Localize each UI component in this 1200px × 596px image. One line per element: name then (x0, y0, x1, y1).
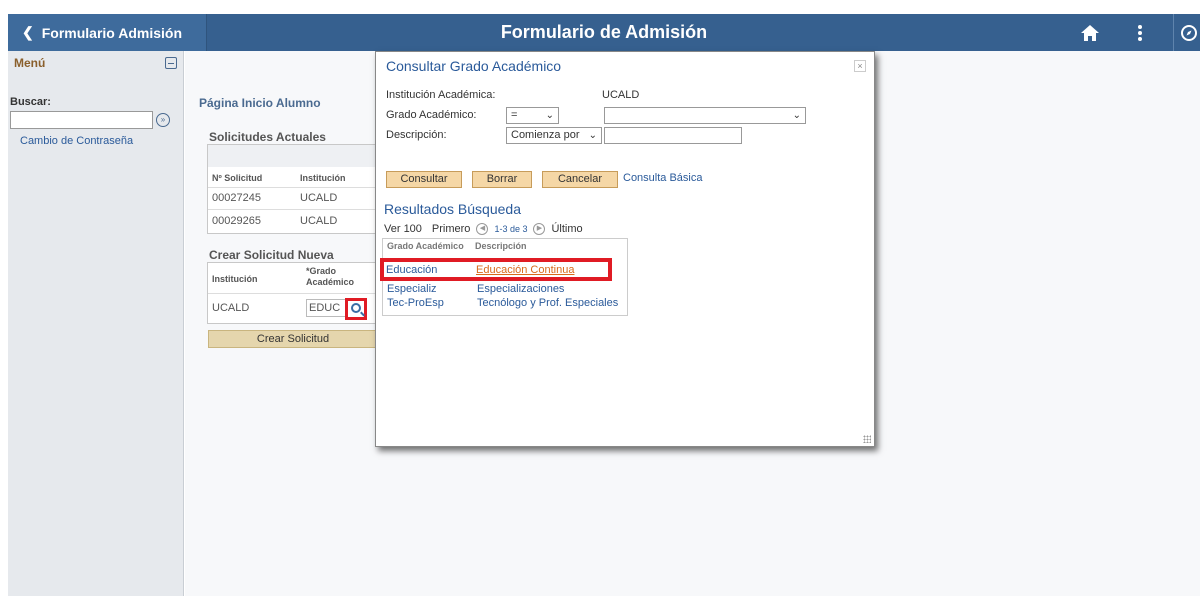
grade-operator-select[interactable]: = ⌄ (506, 107, 559, 124)
close-icon[interactable]: × (854, 60, 866, 72)
grid-toolbar (208, 145, 376, 167)
grade-operator-value: = (511, 109, 518, 121)
menu-header: Menú (8, 51, 183, 75)
clear-button[interactable]: Borrar (472, 171, 532, 188)
description-label: Descripción: (386, 129, 447, 141)
description-input[interactable] (604, 127, 742, 144)
chevron-down-icon: ⌄ (792, 110, 801, 121)
institution-label: Institución Académica: (386, 89, 496, 101)
chevron-down-icon: ⌄ (545, 110, 554, 121)
search-label: Buscar: (10, 96, 51, 108)
chevron-down-icon: ⌄ (588, 130, 597, 141)
navbar-icon[interactable] (1173, 14, 1200, 51)
resize-grip-icon[interactable] (863, 435, 871, 443)
first-label: Primero (431, 223, 471, 235)
table-row[interactable]: Tec-ProEsp Tecnólogo y Prof. Especiales (383, 297, 627, 313)
chevron-left-icon: ❮ (22, 24, 34, 40)
back-label: Formulario Admisión (41, 24, 183, 41)
table-cell[interactable]: 00027245 (212, 192, 261, 204)
collapse-icon[interactable] (165, 57, 177, 69)
magnifier-icon (351, 303, 361, 313)
lookup-button[interactable] (345, 298, 367, 320)
result-description[interactable]: Tecnólogo y Prof. Especiales (477, 297, 618, 309)
selected-result-row[interactable]: Educación Educación Continua (380, 258, 612, 281)
result-description[interactable]: Educación Continua (476, 264, 574, 276)
description-operator-value: Comienza por (511, 129, 580, 141)
table-cell: UCALD (300, 215, 338, 227)
grade-label: Grado Académico: (386, 109, 477, 121)
page-title: Página Inicio Alumno (199, 96, 321, 110)
left-menu: Menú Buscar: » Cambio de Contraseña (8, 51, 184, 596)
lookup-modal: Consultar Grado Académico × Institución … (375, 51, 875, 447)
home-icon[interactable] (1078, 14, 1102, 51)
column-header: Descripción (475, 241, 527, 251)
result-code[interactable]: Especializ (387, 283, 437, 295)
current-applications-grid: Nº Solicitud Institución 00027245 UCALD … (207, 144, 377, 234)
column-header: Nº Solicitud (212, 173, 263, 183)
column-header: Institución (212, 274, 258, 284)
menu-title: Menú (14, 56, 46, 70)
grade-value-select[interactable]: ⌄ (604, 107, 806, 124)
table-cell[interactable]: 00029265 (212, 215, 261, 227)
current-applications-title: Solicitudes Actuales (209, 130, 326, 144)
page-range: 1-3 de 3 (494, 224, 528, 234)
result-description[interactable]: Especializaciones (477, 283, 564, 295)
kebab-menu-icon[interactable] (1133, 14, 1147, 51)
modal-title: Consultar Grado Académico (386, 58, 562, 74)
cancel-button[interactable]: Cancelar (542, 171, 618, 188)
back-button[interactable]: ❮ Formulario Admisión (8, 14, 207, 51)
create-application-button[interactable]: Crear Solicitud (208, 330, 378, 348)
app-header: Formulario de Admisión ❮ Formulario Admi… (0, 0, 1200, 51)
institution-value: UCALD (602, 89, 640, 101)
last-label: Último (551, 223, 583, 235)
column-header: Grado Académico (387, 241, 464, 251)
results-header: Grado Académico Descripción (383, 241, 627, 255)
column-header: Institución (300, 173, 346, 183)
search-button[interactable]: Consultar (386, 171, 462, 188)
search-go-icon[interactable]: » (156, 113, 170, 127)
column-header: *Grado Académico (306, 266, 355, 287)
change-password-link[interactable]: Cambio de Contraseña (20, 135, 133, 147)
description-operator-select[interactable]: Comienza por ⌄ (506, 127, 602, 144)
results-pager: Ver 100 Primero ◀ 1-3 de 3 ▶ Último (384, 223, 583, 235)
grade-input[interactable]: EDUC (306, 299, 346, 317)
previous-icon[interactable]: ◀ (476, 223, 489, 235)
table-cell: UCALD (300, 192, 338, 204)
basic-lookup-link[interactable]: Consulta Básica (623, 172, 703, 184)
next-icon[interactable]: ▶ (533, 223, 546, 235)
institution-value: UCALD (212, 302, 250, 314)
search-input[interactable] (10, 111, 153, 129)
result-code[interactable]: Tec-ProEsp (387, 297, 444, 309)
header-bar: Formulario de Admisión ❮ Formulario Admi… (8, 14, 1200, 51)
results-title: Resultados Búsqueda (384, 201, 521, 217)
result-code[interactable]: Educación (386, 264, 437, 276)
new-application-title: Crear Solicitud Nueva (209, 248, 334, 262)
view-100-link[interactable]: Ver 100 (384, 223, 422, 235)
